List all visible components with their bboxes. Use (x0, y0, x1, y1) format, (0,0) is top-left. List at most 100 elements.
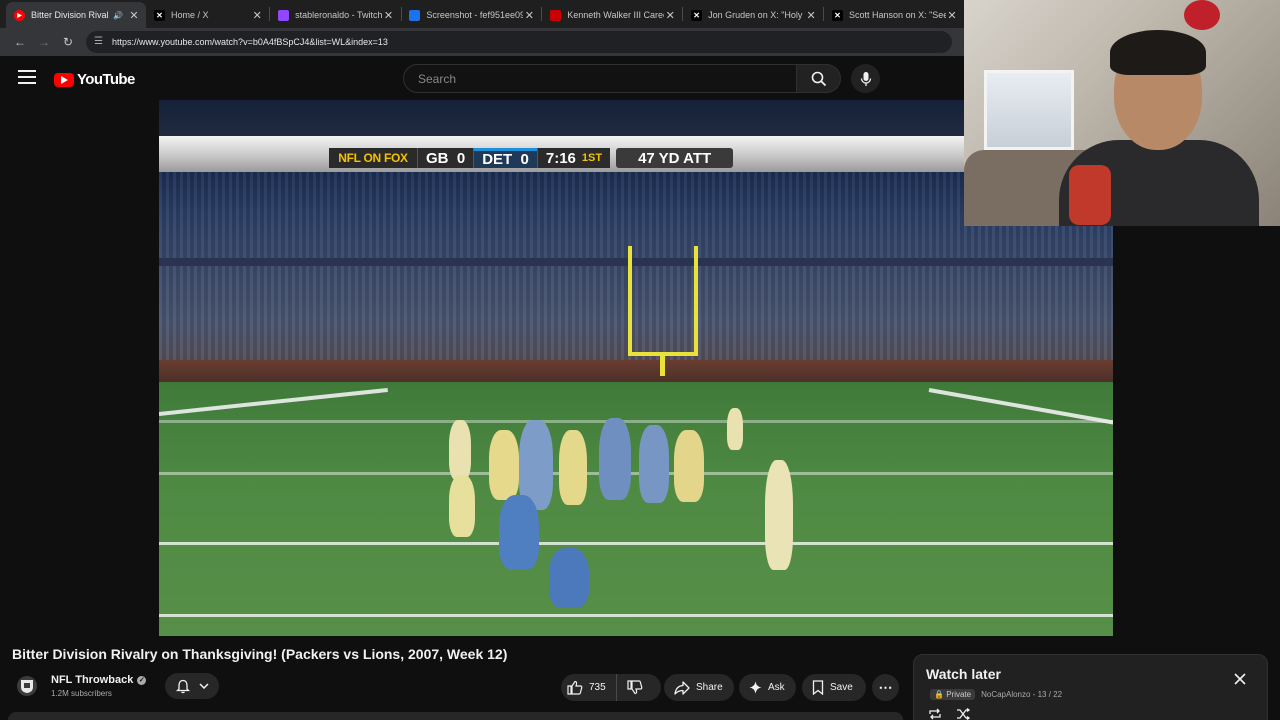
video-title: Bitter Division Rivalry on Thanksgiving!… (12, 646, 508, 662)
quarter: 1ST (581, 152, 603, 164)
browser-tab[interactable]: Kenneth Walker III Career ✕ (542, 2, 682, 28)
voice-search-button[interactable] (851, 64, 880, 93)
goalpost-stem (660, 356, 665, 376)
player-lions-kicker (499, 495, 539, 570)
player-packers (489, 430, 519, 500)
youtube-icon: ▶ (14, 9, 25, 21)
channel-name[interactable]: NFL Throwback (51, 674, 133, 686)
player-lions-holder (549, 548, 589, 608)
description-box[interactable] (8, 712, 903, 720)
share-icon (674, 680, 690, 695)
x-icon: ✕ (154, 9, 165, 21)
youtube-logo-text: YouTube (77, 71, 135, 88)
home-team-score: 0 (520, 151, 529, 168)
browser-tab[interactable]: ✕ Scott Hanson on X: "See ✕ (824, 2, 964, 28)
like-dislike-group: 735 (561, 674, 661, 701)
browser-tab[interactable]: ✕ Home / X ✕ (146, 2, 269, 28)
menu-icon[interactable] (18, 70, 36, 86)
speaker-icon[interactable]: 🔊 (113, 11, 123, 20)
browser-tab-bar: ▶Bitter Division Rivalry o🔊✕✕Home / X✕st… (0, 0, 964, 28)
search-placeholder: Search (418, 71, 457, 86)
youtube-logo[interactable]: YouTube (54, 71, 135, 88)
tab-close-icon[interactable]: ✕ (383, 9, 395, 22)
search-input[interactable]: Search (403, 64, 797, 93)
webcam-red-hat (1184, 0, 1220, 30)
football-field (159, 382, 1113, 636)
player-packers-rusher (765, 460, 793, 570)
site-info-icon[interactable]: ☰ (94, 37, 104, 47)
loop-icon (929, 708, 941, 720)
home-team-name: DET (482, 151, 513, 168)
browser-tab[interactable]: ▶ Bitter Division Rivalry o 🔊 ✕ (6, 2, 146, 28)
bell-icon (175, 679, 190, 693)
player-packers (449, 475, 475, 537)
back-icon[interactable]: ← (8, 30, 32, 54)
tab-close-icon[interactable]: ✕ (523, 9, 535, 22)
reload-icon[interactable]: ↻ (56, 30, 80, 54)
youtube-masthead: YouTube Search (0, 56, 964, 100)
channel-name-row[interactable]: NFL Throwback ✓ (51, 674, 147, 686)
tab-close-icon[interactable]: ✕ (946, 9, 958, 22)
yard-line (159, 614, 1113, 617)
field-goal-attempt: 47 YD ATT (616, 148, 734, 168)
search-button[interactable] (797, 64, 841, 93)
playlist-privacy: 🔒 Private (930, 689, 976, 700)
tab-close-icon[interactable]: ✕ (251, 9, 263, 22)
player-packers (559, 430, 587, 505)
ask-button[interactable]: Ask (739, 674, 796, 701)
away-team: GB 0 (417, 148, 474, 168)
yard-line (159, 542, 1113, 545)
clock-time: 7:16 (545, 149, 576, 167)
playlist-title[interactable]: Watch later (926, 666, 1001, 682)
browser-tab[interactable]: stableronaldo - Twitch ✕ (270, 2, 400, 28)
home-team: DET 0 (473, 148, 537, 168)
x-icon: ✕ (691, 9, 703, 21)
away-team-score: 0 (456, 149, 466, 167)
screenshot-icon (409, 9, 421, 21)
dislike-button[interactable] (617, 674, 659, 701)
browser-tab[interactable]: Screenshot - fef951ee096 ✕ (401, 2, 541, 28)
browser-tab-title: Kenneth Walker III Career (567, 10, 665, 20)
goalpost (628, 246, 698, 356)
nfl-shield-icon (21, 680, 33, 693)
tab-close-icon[interactable]: ✕ (128, 9, 140, 22)
channel-avatar[interactable] (17, 676, 37, 696)
tab-close-icon[interactable]: ✕ (664, 9, 676, 22)
webcam-microphone (1069, 165, 1111, 225)
share-label: Share (696, 682, 723, 693)
thumbs-up-icon (567, 680, 583, 695)
url-text: https://www.youtube.com/watch?v=b0A4fBSp… (112, 37, 388, 47)
like-button[interactable]: 735 (561, 674, 617, 701)
player-packers (449, 420, 471, 480)
save-button[interactable]: Save (802, 674, 866, 701)
browser-tab[interactable]: ✕ Jon Gruden on X: "Holy sr ✕ (683, 2, 823, 28)
twitch-icon (278, 9, 290, 21)
close-icon (1234, 673, 1246, 685)
game-clock: 7:16 1ST (536, 148, 611, 168)
more-actions-button[interactable]: ⋯ (872, 674, 899, 701)
forward-icon[interactable]: → (32, 30, 56, 54)
microphone-icon (860, 71, 871, 86)
player-lions (599, 418, 631, 500)
x-icon: ✕ (832, 9, 844, 21)
playlist-owner-progress: NoCapAlonzo - 13 / 22 (981, 690, 1063, 699)
close-playlist-button[interactable] (1232, 671, 1248, 687)
network-logo: NFL ON FOX (329, 148, 417, 168)
share-button[interactable]: Share (664, 674, 734, 701)
tab-close-icon[interactable]: ✕ (805, 9, 817, 22)
shuffle-icon (957, 707, 971, 720)
notifications-button[interactable] (165, 673, 219, 699)
more-horizontal-icon: ⋯ (878, 679, 893, 695)
url-input[interactable]: ☰ https://www.youtube.com/watch?v=b0A4fB… (86, 31, 952, 53)
espn-icon (550, 9, 562, 21)
loop-playlist-button[interactable] (928, 707, 942, 720)
search-icon (811, 71, 826, 86)
sparkle-icon (749, 681, 762, 694)
field-wall (159, 360, 1113, 384)
away-team-name: GB (426, 149, 449, 167)
browser-tab-title: Bitter Division Rivalry o (31, 10, 109, 20)
bookmark-icon (812, 680, 824, 695)
shuffle-playlist-button[interactable] (956, 707, 971, 720)
chevron-down-icon (198, 683, 209, 689)
browser-tab-title: Screenshot - fef951ee096 (426, 10, 524, 20)
